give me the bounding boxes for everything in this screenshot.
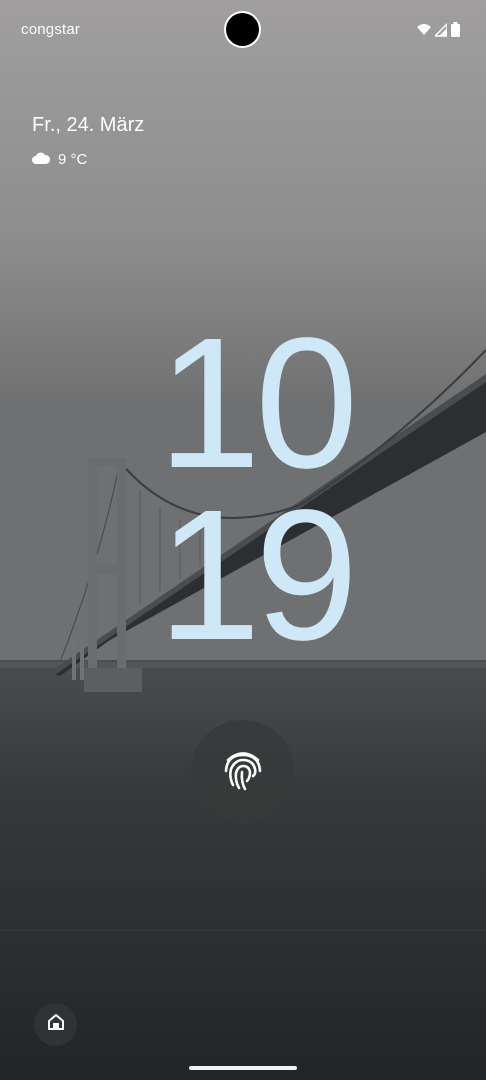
wifi-icon [417,22,431,38]
status-bar: congstar [0,0,486,60]
lockscreen-date: Fr., 24. März [32,114,145,136]
weather-temperature: 9 °C [58,151,88,168]
home-shortcut-button[interactable] [34,1003,77,1046]
clock-minutes: 19 [157,472,359,679]
lock-screen: congstar Fr., 24. März 9 °C 10 19 [0,0,486,1080]
weather-info[interactable]: 9 °C [32,149,87,169]
carrier-name: congstar [21,21,81,38]
camera-cutout [226,13,259,46]
lockscreen-clock: 10 19 [135,300,375,679]
fingerprint-icon [223,747,263,796]
clock-hours: 10 [157,300,359,507]
home-icon [46,1012,66,1037]
fingerprint-unlock-button[interactable] [191,720,294,823]
cloud-icon [32,151,51,168]
cellular-signal-icon [433,22,448,38]
gesture-nav-handle[interactable] [189,1066,297,1070]
battery-icon [451,22,460,38]
status-icons [417,22,460,38]
